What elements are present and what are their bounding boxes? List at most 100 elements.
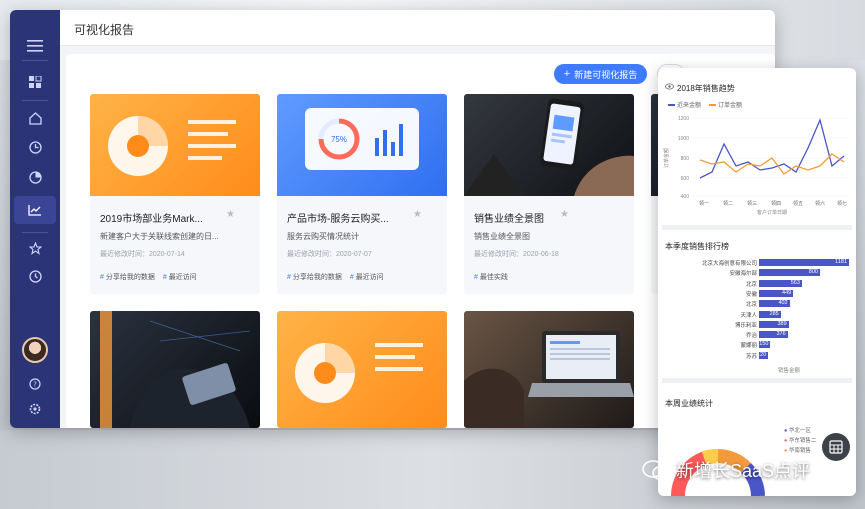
weekly-legend: ● 华北一区 ● 华东销售二 ● 华南销售 bbox=[784, 426, 816, 456]
watermark-text: 新增长SaaS点评 bbox=[676, 461, 811, 481]
ranking-value: 389 bbox=[777, 320, 787, 327]
trend-chart-title: 2018年销售趋势 bbox=[677, 84, 735, 93]
clock-pie-icon[interactable] bbox=[23, 135, 47, 159]
report-modified-date: 最近修改时间：2020-07-07 bbox=[287, 251, 372, 258]
tag[interactable]: 最近访问 bbox=[350, 272, 384, 282]
sidebar: ? bbox=[10, 10, 60, 428]
svg-text:1200: 1200 bbox=[678, 116, 689, 122]
ranking-value: 402 bbox=[778, 300, 788, 307]
svg-text:600: 600 bbox=[681, 176, 690, 182]
tag[interactable]: 分享给我的数据 bbox=[100, 272, 155, 282]
svg-text:?: ? bbox=[33, 381, 37, 389]
tag[interactable]: 最佳实践 bbox=[474, 272, 508, 282]
star-icon[interactable] bbox=[23, 236, 47, 260]
ranking-label: 苏苏 bbox=[745, 353, 757, 360]
ranking-bar: 389 bbox=[759, 320, 789, 328]
ranking-value: 449 bbox=[782, 289, 792, 296]
report-card[interactable] bbox=[90, 311, 260, 428]
ranking-bar: 563 bbox=[759, 279, 802, 287]
report-card[interactable]: 销售业绩全景图 ★ 销售业绩全景图 最近修改时间：2020-06-18 最佳实践 bbox=[464, 94, 634, 294]
pie-chart-icon[interactable] bbox=[23, 165, 47, 189]
calculator-button[interactable] bbox=[822, 433, 850, 461]
help-icon[interactable]: ? bbox=[23, 372, 47, 396]
tag[interactable]: 分享给我的数据 bbox=[287, 272, 342, 282]
report-tags: 分享给我的数据 最近访问 bbox=[287, 272, 384, 282]
calculator-icon bbox=[829, 440, 843, 454]
tag[interactable]: 最近访问 bbox=[163, 272, 197, 282]
ranking-label: 北京大海创意有限公司 bbox=[701, 261, 757, 267]
ranking-row: 乔治 376 bbox=[658, 330, 856, 339]
ranking-bar: 800 bbox=[759, 269, 820, 277]
sidebar-divider bbox=[22, 60, 48, 61]
svg-text:领五: 领五 bbox=[793, 200, 803, 207]
svg-text:领七: 领七 bbox=[837, 200, 847, 207]
report-thumbnail bbox=[90, 94, 260, 196]
report-description: 服务云购买情况统计 bbox=[287, 232, 359, 241]
ranking-row: 北京 402 bbox=[658, 299, 856, 308]
series-1-line bbox=[699, 117, 845, 179]
line-chart-icon[interactable] bbox=[23, 198, 47, 222]
ranking-row: 博乐利亚 389 bbox=[658, 320, 856, 329]
report-thumbnail bbox=[90, 311, 260, 428]
report-thumbnail: 75% bbox=[277, 94, 447, 196]
y-axis-caption: 订单金额 bbox=[663, 148, 670, 168]
report-name: 销售业绩全景图 bbox=[474, 214, 544, 225]
ranking-bar: 1181 bbox=[759, 259, 849, 266]
trend-line-chart: 1200 1000 800 600 400 订单金额 领一 领二 领三 领四 领五 领六 领七 客户… bbox=[663, 116, 848, 216]
avatar[interactable] bbox=[22, 337, 48, 363]
home-icon[interactable] bbox=[23, 106, 47, 130]
ranking-label: 安徽 bbox=[745, 291, 757, 298]
report-name: 产品市场-服务云购买... bbox=[287, 214, 389, 225]
report-card[interactable]: 2019市场部业务Mark... ★ 新建客户大于关联线索创建的日... 最近修… bbox=[90, 94, 260, 294]
report-modified-date: 最近修改时间：2020-06-18 bbox=[474, 251, 559, 258]
dashboard-preview-panel: 2018年销售趋势 近来金额 订单金额 1200 1000 800 600 400 订单… bbox=[658, 68, 856, 496]
ranking-row: 苏苏 120 bbox=[658, 351, 856, 360]
panel-divider bbox=[662, 225, 852, 230]
series-2-line bbox=[699, 153, 845, 175]
ranking-value: 376 bbox=[776, 331, 786, 338]
legend-item: ● 华北一区 bbox=[784, 428, 811, 434]
panel-divider bbox=[662, 378, 852, 383]
report-card[interactable] bbox=[277, 311, 447, 428]
ranking-row: 蒙娜丽 150 bbox=[658, 340, 856, 349]
svg-text:400: 400 bbox=[681, 194, 690, 200]
wechat-icon bbox=[642, 460, 670, 481]
legend-item: ● 华南销售 bbox=[784, 448, 811, 454]
report-thumbnail bbox=[277, 311, 447, 428]
ranking-x-caption: 销售金额 bbox=[778, 368, 801, 374]
ranking-label: 北京 bbox=[745, 281, 757, 288]
svg-text:领二: 领二 bbox=[723, 200, 733, 207]
report-description: 销售业绩全景图 bbox=[474, 232, 530, 241]
ranking-row: 北京 563 bbox=[658, 279, 856, 288]
ranking-value: 120 bbox=[756, 351, 767, 358]
report-card[interactable]: 75% 产品市场-服务云购买... ★ 服务云购买情况统计 最近修改时间：202… bbox=[277, 94, 447, 294]
page-title: 可视化报告 bbox=[74, 23, 135, 37]
report-name: 2019市场部业务Mark... bbox=[100, 214, 203, 225]
star-icon[interactable]: ★ bbox=[413, 209, 422, 220]
ranking-label: 安徽海尔部 bbox=[729, 271, 757, 278]
svg-text:800: 800 bbox=[681, 156, 690, 162]
gauge-value: 75% bbox=[331, 135, 347, 144]
star-icon[interactable]: ★ bbox=[560, 209, 569, 220]
ranking-value: 1181 bbox=[835, 259, 847, 265]
menu-icon[interactable] bbox=[23, 34, 47, 58]
settings-icon[interactable] bbox=[23, 397, 47, 421]
ranking-value: 800 bbox=[808, 269, 818, 276]
legend-item: ● 华东销售二 bbox=[784, 438, 817, 444]
ranking-label: 北京 bbox=[745, 302, 757, 309]
ranking-bar: 120 bbox=[756, 351, 769, 359]
history-icon[interactable] bbox=[23, 264, 47, 288]
x-axis-caption: 客户订单日期 bbox=[757, 209, 787, 216]
report-modified-date: 最近修改时间：2020-07-14 bbox=[100, 251, 185, 258]
ranking-bar: 402 bbox=[759, 300, 790, 308]
ranking-row: 安徽 449 bbox=[658, 289, 856, 298]
apps-icon[interactable] bbox=[23, 70, 47, 94]
ranking-value: 285 bbox=[769, 310, 779, 317]
new-report-button[interactable]: + 新建可视化报告 bbox=[554, 64, 647, 84]
svg-text:1000: 1000 bbox=[678, 136, 689, 142]
report-card[interactable] bbox=[464, 311, 634, 428]
svg-text:领一: 领一 bbox=[699, 200, 709, 207]
svg-text:领三: 领三 bbox=[747, 200, 757, 207]
star-icon[interactable]: ★ bbox=[226, 209, 235, 220]
ranking-bar: 376 bbox=[759, 331, 788, 339]
